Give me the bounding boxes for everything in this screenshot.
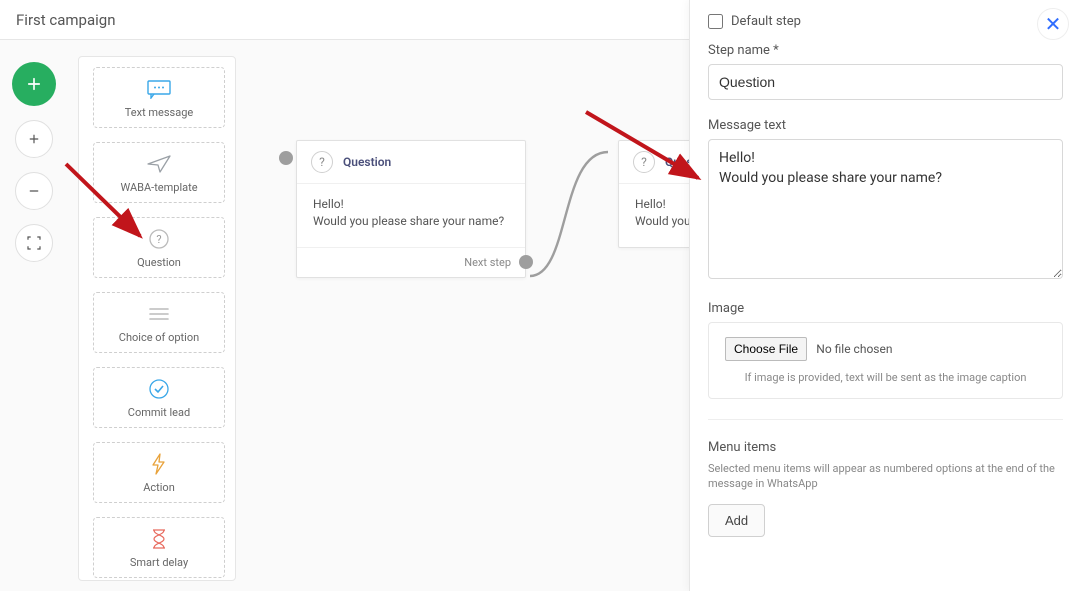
palette-item-label: Choice of option [119,331,199,344]
close-panel-button[interactable]: ✕ [1037,8,1069,40]
message-text-input[interactable] [708,139,1063,279]
question-icon: ? [145,228,173,250]
palette-item-action[interactable]: Action [93,442,225,503]
image-caption-note: If image is provided, text will be sent … [725,371,1046,384]
step-name-input[interactable] [708,64,1063,100]
divider [708,419,1063,420]
message-text-label: Message text [708,118,1063,133]
check-icon [145,378,173,400]
bolt-icon [145,453,173,475]
file-chosen-status: No file chosen [816,342,892,356]
list-icon [145,303,173,325]
fit-view-button[interactable] [15,224,53,262]
next-step-label: Next step [464,256,511,269]
close-icon: ✕ [1045,12,1062,36]
default-step-checkbox[interactable] [708,14,723,29]
node-input-handle[interactable] [279,151,293,165]
step-palette[interactable]: Text message WABA-template ? Question Ch… [79,57,235,580]
image-section-label: Image [708,301,1063,316]
palette-item-waba-template[interactable]: WABA-template [93,142,225,203]
palette-item-label: Text message [125,106,193,119]
palette-item-choice-of-option[interactable]: Choice of option [93,292,225,353]
node-body-line: Would you please share your name? [313,213,509,230]
palette-item-question[interactable]: ? Question [93,217,225,278]
choose-file-button[interactable]: Choose File [725,337,807,361]
svg-text:?: ? [156,233,161,246]
palette-item-smart-delay[interactable]: Smart delay [93,517,225,578]
minus-icon [25,182,43,200]
node-body-line: Hello! [313,196,509,213]
zoom-out-button[interactable] [15,172,53,210]
page-title: First campaign [16,11,116,29]
plus-icon [25,130,43,148]
question-icon: ? [633,151,655,173]
flow-node-question-1[interactable]: ? Question Hello! Would you please share… [296,140,526,278]
add-menu-item-button[interactable]: Add [708,504,765,537]
menu-items-label: Menu items [708,440,1063,455]
menu-items-note: Selected menu items will appear as numbe… [708,461,1063,492]
plane-icon [145,153,173,175]
palette-item-label: Smart delay [130,556,188,569]
zoom-in-button[interactable] [15,120,53,158]
palette-item-label: Commit lead [128,406,190,419]
palette-item-text-message[interactable]: Text message [93,67,225,128]
message-icon [145,78,173,100]
add-step-button[interactable] [12,62,56,106]
step-editor-panel: ✕ Default step Step name * Message text … [689,0,1081,591]
palette-item-commit-lead[interactable]: Commit lead [93,367,225,428]
plus-icon [25,75,43,93]
palette-item-label: Question [137,256,181,269]
hourglass-icon [145,528,173,550]
default-step-label: Default step [731,14,801,29]
question-icon: ? [311,151,333,173]
step-name-label: Step name * [708,43,1063,58]
node-output-handle[interactable] [519,255,533,269]
palette-item-label: Action [143,481,175,494]
palette-item-label: WABA-template [120,181,197,194]
node-title: Question [343,155,391,169]
node-body: Hello! Would you please share your name? [297,183,525,247]
fullscreen-icon [25,234,43,252]
